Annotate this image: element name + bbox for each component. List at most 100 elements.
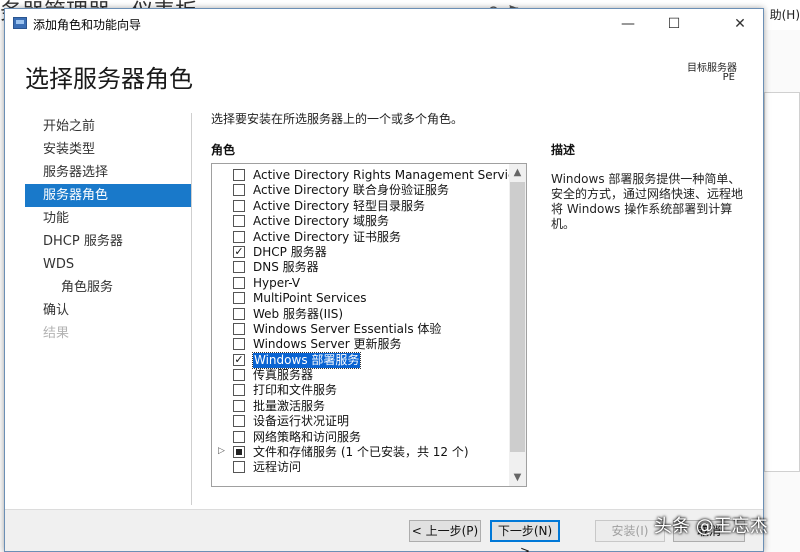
role-label[interactable]: Windows Server 更新服务 bbox=[253, 337, 402, 352]
nav-item[interactable]: 服务器选择 bbox=[25, 161, 191, 184]
role-checkbox[interactable] bbox=[233, 461, 245, 474]
nav-divider bbox=[191, 113, 192, 505]
role-checkbox[interactable] bbox=[233, 415, 245, 428]
role-label[interactable]: 网络策略和访问服务 bbox=[253, 430, 361, 445]
role-label[interactable]: Windows 部署服务 bbox=[251, 351, 362, 369]
role-checkbox[interactable] bbox=[233, 322, 245, 335]
dialog-titlebar[interactable]: 添加角色和功能向导 — ☐ ✕ bbox=[5, 9, 763, 39]
role-checkbox[interactable] bbox=[233, 184, 245, 197]
role-checkbox[interactable] bbox=[233, 292, 245, 305]
role-row[interactable]: ✓ Windows 部署服务 bbox=[212, 351, 510, 369]
role-row[interactable]: DNS 服务器 bbox=[212, 260, 510, 275]
role-row[interactable]: 打印和文件服务 bbox=[212, 383, 510, 398]
role-label[interactable]: Active Directory 轻型目录服务 bbox=[253, 199, 425, 214]
nav-item[interactable]: 确认 bbox=[25, 299, 191, 322]
roles-content: 选择要安装在所选服务器上的一个或多个角色。 角色 bbox=[211, 111, 541, 158]
role-row[interactable]: Hyper-V bbox=[212, 276, 510, 291]
role-label[interactable]: 远程访问 bbox=[253, 460, 301, 475]
role-row[interactable]: Web 服务器(IIS) bbox=[212, 307, 510, 322]
role-label[interactable]: 打印和文件服务 bbox=[253, 383, 337, 398]
next-button[interactable]: 下一步(N) > bbox=[490, 520, 560, 552]
wizard-steps-nav: 开始之前 安装类型 服务器选择 服务器角色 功能 DHCP 服务器 WDS 角色服务 确认结果 bbox=[25, 115, 191, 345]
watermark: 头条 @王忘杰 bbox=[654, 516, 768, 537]
role-label[interactable]: Windows Server Essentials 体验 bbox=[253, 322, 441, 337]
role-row[interactable]: Active Directory 证书服务 bbox=[212, 230, 510, 245]
role-checkbox[interactable] bbox=[233, 369, 245, 382]
role-row[interactable]: Windows Server 更新服务 bbox=[212, 337, 510, 352]
nav-item[interactable]: DHCP 服务器 bbox=[25, 230, 191, 253]
description-text: Windows 部署服务提供一种简单、安全的方式，通过网络快速、远程地将 Win… bbox=[551, 172, 744, 231]
wizard-header: 选择服务器角色 目标服务器 PE bbox=[5, 39, 763, 109]
previous-button[interactable]: < 上一步(P) bbox=[409, 520, 481, 542]
expand-icon[interactable]: ▷ bbox=[218, 446, 225, 456]
role-row[interactable]: Active Directory 轻型目录服务 bbox=[212, 199, 510, 214]
role-label[interactable]: 批量激活服务 bbox=[253, 399, 325, 414]
role-row[interactable]: Windows Server Essentials 体验 bbox=[212, 322, 510, 337]
scroll-thumb[interactable] bbox=[510, 182, 525, 452]
role-row[interactable]: Active Directory Rights Management Servi… bbox=[212, 168, 526, 183]
role-checkbox[interactable] bbox=[233, 261, 245, 274]
role-checkbox[interactable] bbox=[233, 199, 245, 212]
role-label[interactable]: 传真服务器 bbox=[253, 368, 313, 383]
role-checkbox[interactable] bbox=[233, 276, 245, 289]
role-checkbox[interactable] bbox=[233, 446, 245, 459]
role-checkbox[interactable] bbox=[233, 338, 245, 351]
instruction-text: 选择要安装在所选服务器上的一个或多个角色。 bbox=[211, 112, 464, 126]
nav-item[interactable]: 服务器角色 bbox=[25, 184, 191, 207]
page-title: 选择服务器角色 bbox=[25, 65, 193, 93]
role-label[interactable]: Active Directory 证书服务 bbox=[253, 230, 401, 245]
wizard-footer: < 上一步(P) 下一步(N) > 安装(I) 取消 bbox=[5, 509, 763, 552]
role-checkbox[interactable] bbox=[233, 384, 245, 397]
close-button[interactable]: ✕ bbox=[717, 9, 763, 39]
role-checkbox[interactable]: ✓ bbox=[233, 353, 245, 366]
role-checkbox[interactable] bbox=[233, 307, 245, 320]
minimize-button[interactable]: — bbox=[605, 9, 651, 39]
roles-list-rows: Active Directory Rights Management Servi… bbox=[212, 168, 526, 476]
roles-header: 角色 bbox=[211, 143, 236, 157]
role-label[interactable]: Active Directory Rights Management Servi… bbox=[253, 168, 526, 183]
nav-item[interactable]: 开始之前 bbox=[25, 115, 191, 138]
server-manager-side-panel bbox=[764, 92, 800, 472]
role-row[interactable]: ▷ 文件和存储服务 (1 个已安装，共 12 个) bbox=[212, 445, 510, 460]
role-row[interactable]: 远程访问 bbox=[212, 460, 510, 475]
role-row[interactable]: Active Directory 联合身份验证服务 bbox=[212, 183, 510, 198]
description-panel: 描述 Windows 部署服务提供一种简单、安全的方式，通过网络快速、远程地将 … bbox=[551, 141, 751, 232]
nav-item[interactable]: 功能 bbox=[25, 207, 191, 230]
role-label[interactable]: Active Directory 联合身份验证服务 bbox=[253, 183, 449, 198]
role-row[interactable]: MultiPoint Services bbox=[212, 291, 510, 306]
maximize-button[interactable]: ☐ bbox=[651, 9, 697, 39]
role-label[interactable]: MultiPoint Services bbox=[253, 291, 367, 306]
role-checkbox[interactable] bbox=[233, 215, 245, 228]
role-checkbox[interactable] bbox=[233, 430, 245, 443]
target-server-value: PE bbox=[722, 72, 735, 83]
nav-item: 结果 bbox=[43, 326, 70, 341]
description-title: 描述 bbox=[551, 143, 576, 157]
role-label[interactable]: DNS 服务器 bbox=[253, 260, 319, 275]
role-checkbox[interactable]: ✓ bbox=[233, 245, 245, 258]
role-checkbox[interactable] bbox=[233, 230, 245, 243]
role-label[interactable]: Hyper-V bbox=[253, 276, 300, 291]
help-menu[interactable]: 助(H) bbox=[770, 6, 800, 23]
role-row[interactable]: 网络策略和访问服务 bbox=[212, 430, 510, 445]
roles-scrollbar[interactable]: ▲ ▼ bbox=[509, 164, 526, 486]
nav-item[interactable]: 安装类型 bbox=[25, 138, 191, 161]
role-label[interactable]: Web 服务器(IIS) bbox=[253, 307, 343, 322]
add-roles-wizard-dialog: 添加角色和功能向导 — ☐ ✕ 选择服务器角色 目标服务器 PE 开始之前 安装类… bbox=[4, 8, 764, 552]
role-row[interactable]: 传真服务器 bbox=[212, 368, 510, 383]
roles-list[interactable]: Active Directory Rights Management Servi… bbox=[211, 163, 527, 487]
role-row[interactable]: ✓ DHCP 服务器 bbox=[212, 245, 510, 260]
nav-item[interactable]: WDS bbox=[25, 253, 191, 276]
role-label[interactable]: 设备运行状况证明 bbox=[253, 414, 349, 429]
role-row[interactable]: Active Directory 域服务 bbox=[212, 214, 510, 229]
scroll-up-icon[interactable]: ▲ bbox=[509, 164, 526, 181]
role-row[interactable]: 设备运行状况证明 bbox=[212, 414, 510, 429]
role-label[interactable]: DHCP 服务器 bbox=[253, 245, 327, 260]
role-label[interactable]: Active Directory 域服务 bbox=[253, 214, 389, 229]
server-manager-app-icon bbox=[13, 17, 27, 29]
role-label[interactable]: 文件和存储服务 (1 个已安装，共 12 个) bbox=[253, 445, 469, 460]
scroll-down-icon[interactable]: ▼ bbox=[509, 469, 526, 486]
role-checkbox[interactable] bbox=[233, 169, 245, 181]
role-checkbox[interactable] bbox=[233, 399, 245, 412]
nav-item[interactable]: 角色服务 bbox=[25, 276, 191, 299]
role-row[interactable]: 批量激活服务 bbox=[212, 399, 510, 414]
